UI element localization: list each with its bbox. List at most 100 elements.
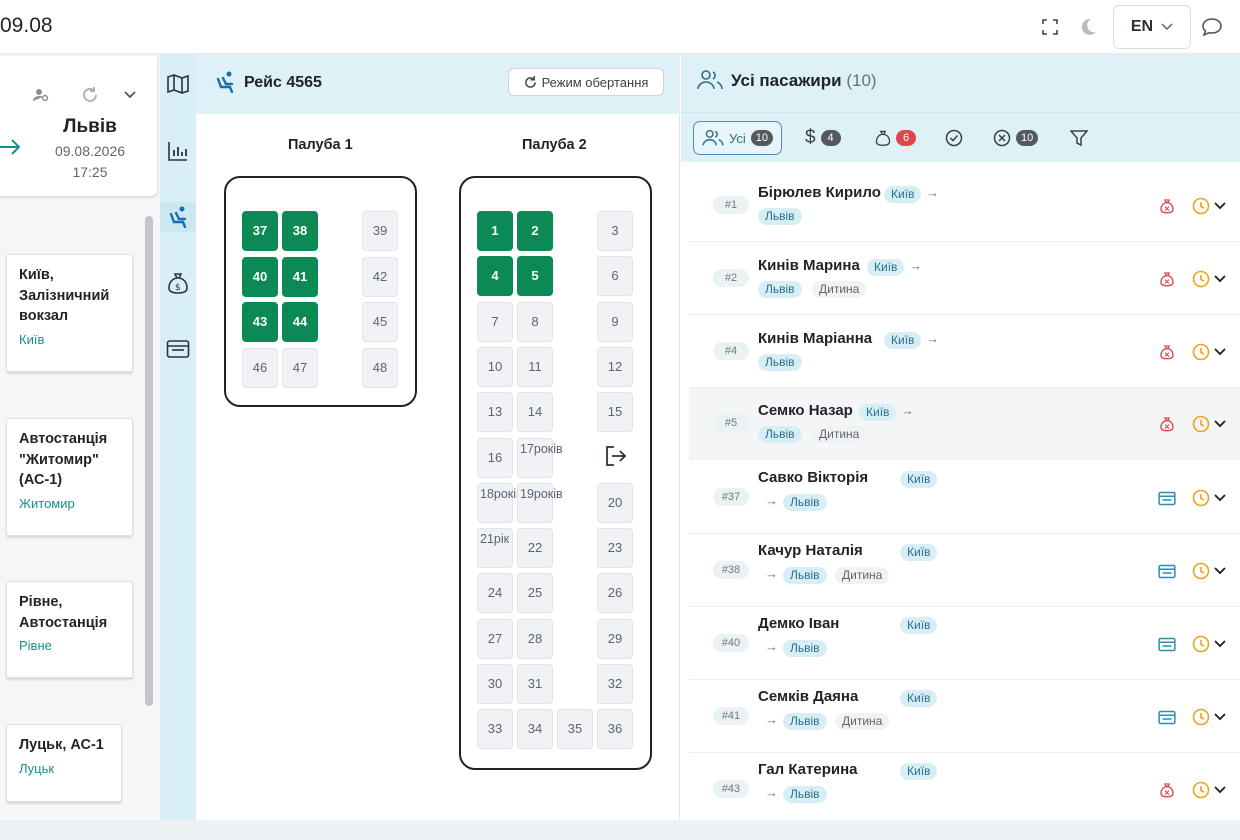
seat-43[interactable]: 43 <box>242 302 278 342</box>
filter-cash[interactable]: 6 <box>875 121 916 155</box>
stop-card[interactable]: Автостанція "Житомир" (АС-1) Житомир <box>6 418 133 536</box>
clock-icon[interactable] <box>1192 270 1210 288</box>
seat-33[interactable]: 33 <box>477 709 513 750</box>
seat-31[interactable]: 31 <box>517 664 553 704</box>
cash-unpaid-icon[interactable] <box>1158 270 1176 288</box>
clock-icon[interactable] <box>1192 197 1210 215</box>
seat-19[interactable]: 19 років <box>517 482 563 523</box>
seat-25[interactable]: 25 <box>517 573 553 614</box>
seat-35[interactable]: 35 <box>557 709 593 750</box>
money-bag-icon[interactable]: $ <box>165 270 191 296</box>
seat-3[interactable]: 3 <box>597 211 633 251</box>
seat-4[interactable]: 4 <box>477 256 513 297</box>
passenger-row[interactable]: #41 Семків Даяна Київ → Львів Дитина <box>689 681 1240 753</box>
passenger-row[interactable]: #38 Качур Наталія Київ → Львів Дитина <box>689 535 1240 607</box>
seat-34[interactable]: 34 <box>517 709 553 750</box>
seat-14[interactable]: 14 <box>517 392 553 433</box>
seat-28[interactable]: 28 <box>517 618 553 659</box>
chart-icon[interactable] <box>165 138 191 164</box>
cash-unpaid-icon[interactable] <box>1158 343 1176 361</box>
fullscreen-icon[interactable] <box>1039 16 1061 38</box>
seat-15[interactable]: 15 <box>597 392 633 433</box>
seat-47[interactable]: 47 <box>282 347 318 388</box>
filter-paid[interactable]: $ 4 <box>805 121 841 155</box>
seat-37[interactable]: 37 <box>242 211 278 251</box>
cash-unpaid-icon[interactable] <box>1158 781 1176 799</box>
chevron-down-icon[interactable] <box>1211 781 1229 799</box>
card-payment-icon[interactable] <box>1158 635 1176 653</box>
seat-11[interactable]: 11 <box>517 346 553 387</box>
seat-45[interactable]: 45 <box>362 302 398 342</box>
language-select[interactable]: EN <box>1113 5 1191 49</box>
passenger-row[interactable]: #43 Гал Катерина Київ → Львів <box>689 754 1240 826</box>
wallet-icon[interactable] <box>165 336 191 362</box>
clock-icon[interactable] <box>1192 415 1210 433</box>
seat-29[interactable]: 29 <box>597 618 633 659</box>
seat-8[interactable]: 8 <box>517 301 553 342</box>
clock-icon[interactable] <box>1192 635 1210 653</box>
chevron-down-icon[interactable] <box>121 86 139 104</box>
stop-card[interactable]: Київ, Залізничний вокзал Київ <box>6 254 133 372</box>
cash-unpaid-icon[interactable] <box>1158 415 1176 433</box>
chevron-down-icon[interactable] <box>1211 562 1229 580</box>
seat-36[interactable]: 36 <box>597 709 633 750</box>
clock-icon[interactable] <box>1192 708 1210 726</box>
passenger-row[interactable]: #40 Демко Іван Київ → Львів <box>689 608 1240 680</box>
seat-22[interactable]: 22 <box>517 528 553 569</box>
clock-icon[interactable] <box>1192 489 1210 507</box>
chevron-down-icon[interactable] <box>1211 708 1229 726</box>
seat-38[interactable]: 38 <box>282 211 318 251</box>
seat-21[interactable]: 21 рік <box>477 528 513 569</box>
seat-30[interactable]: 30 <box>477 664 513 704</box>
seat-1[interactable]: 1 <box>477 211 513 251</box>
filter-cancelled[interactable]: 10 <box>993 121 1039 155</box>
chevron-down-icon[interactable] <box>1211 197 1229 215</box>
seat-40[interactable]: 40 <box>242 256 278 297</box>
stop-card[interactable]: Луцьк, АС-1 Луцьк <box>6 724 122 802</box>
seat-9[interactable]: 9 <box>597 301 633 342</box>
chevron-down-icon[interactable] <box>1211 489 1229 507</box>
dark-mode-icon[interactable] <box>1077 16 1099 38</box>
refresh-icon[interactable] <box>81 86 99 104</box>
chevron-down-icon[interactable] <box>1211 635 1229 653</box>
scrollbar[interactable] <box>145 216 153 706</box>
passenger-row[interactable]: #4 Кинів Маріанна Київ → Львів <box>689 316 1240 388</box>
user-settings-icon[interactable] <box>32 86 50 104</box>
seat-46[interactable]: 46 <box>242 347 278 388</box>
seat-39[interactable]: 39 <box>362 211 398 251</box>
seat-41[interactable]: 41 <box>282 256 318 297</box>
chevron-down-icon[interactable] <box>1211 415 1229 433</box>
seat-12[interactable]: 12 <box>597 346 633 387</box>
chat-icon[interactable] <box>1201 16 1223 38</box>
seat-6[interactable]: 6 <box>597 256 633 297</box>
seat-13[interactable]: 13 <box>477 392 513 433</box>
chevron-down-icon[interactable] <box>1211 343 1229 361</box>
seat-32[interactable]: 32 <box>597 664 633 704</box>
stop-card[interactable]: Рівне, Автостанція Рівне <box>6 581 133 678</box>
passenger-row[interactable]: #37 Савко Вікторія Київ → Львів <box>689 462 1240 534</box>
seat-16[interactable]: 16 <box>477 437 513 478</box>
chevron-down-icon[interactable] <box>1211 270 1229 288</box>
map-icon[interactable] <box>165 71 191 97</box>
seat-5[interactable]: 5 <box>517 256 553 297</box>
clock-icon[interactable] <box>1192 343 1210 361</box>
filter-checked[interactable] <box>945 121 963 155</box>
seat-18[interactable]: 18 років <box>477 482 523 523</box>
cash-unpaid-icon[interactable] <box>1158 197 1176 215</box>
clock-icon[interactable] <box>1192 562 1210 580</box>
seat-44[interactable]: 44 <box>282 302 318 342</box>
seat-24[interactable]: 24 <box>477 573 513 614</box>
filter-all[interactable]: Усі 10 <box>693 121 783 155</box>
seat-20[interactable]: 20 <box>597 482 633 523</box>
card-payment-icon[interactable] <box>1158 562 1176 580</box>
rotation-mode-button[interactable]: Режим обертання <box>508 68 664 96</box>
seat-icon[interactable] <box>165 204 191 230</box>
seat-48[interactable]: 48 <box>362 347 398 388</box>
seat-7[interactable]: 7 <box>477 301 513 342</box>
seat-27[interactable]: 27 <box>477 618 513 659</box>
seat-17[interactable]: 17 років <box>517 437 563 478</box>
seat-23[interactable]: 23 <box>597 528 633 569</box>
seat-26[interactable]: 26 <box>597 573 633 614</box>
seat-42[interactable]: 42 <box>362 256 398 297</box>
card-payment-icon[interactable] <box>1158 489 1176 507</box>
